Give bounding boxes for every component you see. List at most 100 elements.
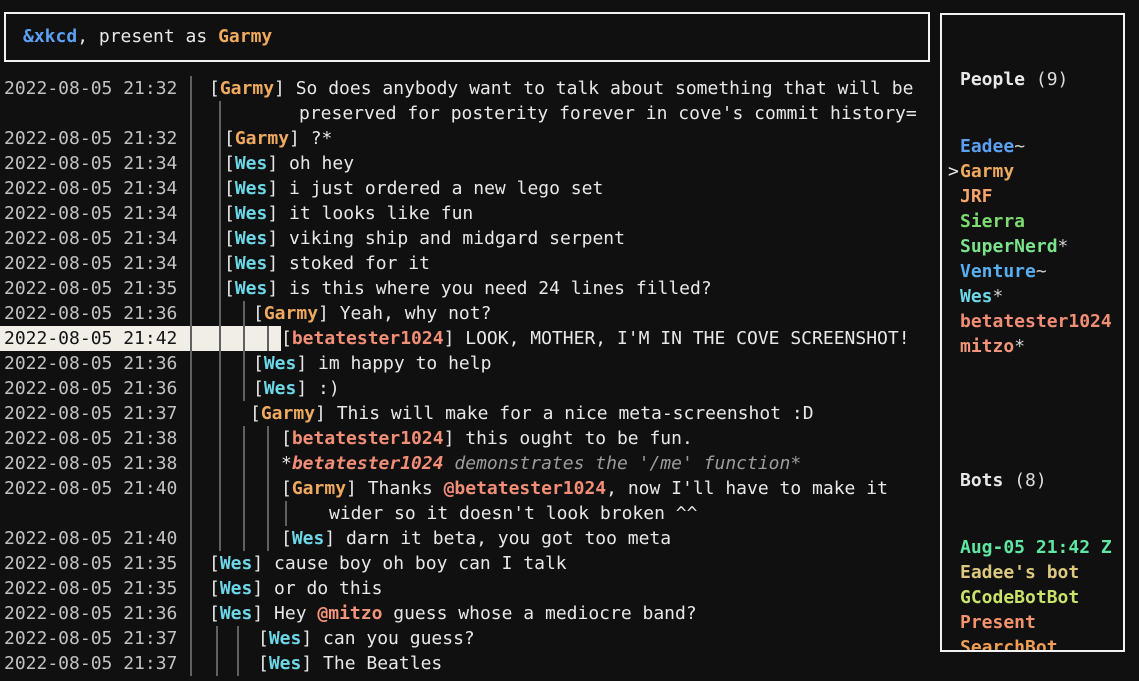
nick: Wes: [235, 278, 268, 299]
chat-line[interactable]: 2022-08-05 21:40[Wes] darn it beta, you …: [0, 526, 938, 551]
chat-line[interactable]: 2022-08-05 21:34[Wes] it looks like fun: [0, 201, 938, 226]
status-suffix: *: [1058, 236, 1069, 257]
sidebar-item-jrf[interactable]: JRF: [948, 184, 1123, 209]
sidebar-item-present[interactable]: Present: [948, 610, 1123, 635]
message-text: [Garmy] Yeah, why not?: [253, 301, 491, 326]
sidebar-item-mitzo[interactable]: mitzo*: [948, 334, 1123, 359]
thread-guide: [219, 351, 221, 376]
timestamp: 2022-08-05 21:37: [0, 651, 190, 676]
chat-line[interactable]: 2022-08-05 21:37[Garmy] This will make f…: [0, 401, 938, 426]
sidebar-item-searchbot[interactable]: SearchBot: [948, 635, 1123, 652]
chat-line[interactable]: 2022-08-05 21:35[Wes] cause boy oh boy c…: [0, 551, 938, 576]
thread-guide: [243, 451, 245, 476]
thread-guide: [243, 501, 245, 526]
chat-line[interactable]: 2022-08-05 21:35[Wes] is this where you …: [0, 276, 938, 301]
thread-guide: [267, 476, 269, 501]
thread-guide: [267, 526, 269, 551]
message-segment: [: [224, 203, 235, 224]
thread-guide: [219, 201, 221, 226]
thread-guide: [219, 426, 221, 451]
message: [Garmy] ?*: [190, 126, 938, 151]
marker-space: [948, 585, 960, 610]
sidebar-item-sierra[interactable]: Sierra: [948, 209, 1123, 234]
message-segment: ] The Beatles: [301, 653, 442, 674]
header-middle-text: , present as: [77, 26, 218, 47]
sidebar-item-aug-05-21-42-z[interactable]: Aug-05 21:42 Z: [948, 535, 1123, 560]
message-segment: [: [209, 78, 220, 99]
bots-count: (8): [1014, 470, 1047, 491]
message: [Wes] can you guess?: [190, 626, 938, 651]
marker-space: [948, 259, 960, 284]
chat-line[interactable]: preserved for posterity forever in cove'…: [0, 101, 938, 126]
thread-guide: [219, 451, 221, 476]
chat-line[interactable]: 2022-08-05 21:34[Wes] i just ordered a n…: [0, 176, 938, 201]
nick: @mitzo: [317, 603, 382, 624]
chat-line[interactable]: 2022-08-05 21:36[Garmy] Yeah, why not?: [0, 301, 938, 326]
thread-guide: [219, 251, 221, 276]
sidebar-item-eadee[interactable]: Eadee~: [948, 134, 1123, 159]
chat-line[interactable]: 2022-08-05 21:37 [Wes] The Beatles: [0, 651, 938, 676]
chat-line[interactable]: 2022-08-05 21:32[Garmy] ?*: [0, 126, 938, 151]
chat-line[interactable]: 2022-08-05 21:37[Wes] can you guess?: [0, 626, 938, 651]
user-name: mitzo: [960, 336, 1014, 357]
chat-line[interactable]: 2022-08-05 21:34[Wes] stoked for it: [0, 251, 938, 276]
message-text: [Wes] The Beatles: [258, 651, 442, 676]
chat-line[interactable]: 2022-08-05 21:38[betatester1024] this ou…: [0, 426, 938, 451]
sidebar-item-wes[interactable]: Wes*: [948, 284, 1123, 309]
marker-space: [948, 635, 960, 652]
sidebar-item-supernerd[interactable]: SuperNerd*: [948, 234, 1123, 259]
chat-line[interactable]: 2022-08-05 21:36[Wes] :): [0, 376, 938, 401]
user-name: JRF: [960, 186, 993, 207]
message-text: [Garmy] This will make for a nice meta-s…: [250, 401, 814, 426]
marker-space: [948, 184, 960, 209]
user-name: Eadee: [960, 136, 1014, 157]
people-count: (9): [1036, 69, 1069, 90]
chat-line[interactable]: 2022-08-05 21:38*betatester1024 demonstr…: [0, 451, 938, 476]
sidebar-item-eadee-s-bot[interactable]: Eadee's bot: [948, 560, 1123, 585]
nick: Garmy: [235, 128, 289, 149]
sidebar-item-garmy[interactable]: >Garmy: [948, 159, 1123, 184]
message-segment: ] So does anybody want to talk about som…: [274, 78, 913, 99]
nick: Wes: [264, 353, 297, 374]
sidebar-item-gcodebotbot[interactable]: GCodeBotBot: [948, 585, 1123, 610]
message-segment: [: [209, 603, 220, 624]
timestamp: 2022-08-05 21:34: [0, 151, 190, 176]
message-segment: demonstrates the '/me' function*: [444, 453, 802, 474]
timestamp: 2022-08-05 21:34: [0, 201, 190, 226]
chat-line[interactable]: 2022-08-05 21:32[Garmy] So does anybody …: [0, 76, 938, 101]
nick: @betatester1024: [444, 478, 607, 499]
message: [Wes] :): [190, 376, 938, 401]
message-segment: ] is this where you need 24 lines filled…: [267, 278, 711, 299]
sidebar-item-venture[interactable]: Venture~: [948, 259, 1123, 284]
selected-marker: >: [948, 159, 960, 184]
message-segment: [: [258, 653, 269, 674]
message: [Garmy] Thanks @betatester1024, now I'll…: [190, 476, 938, 501]
current-nick: Garmy: [218, 26, 272, 47]
user-name: Venture: [960, 261, 1036, 282]
message-text: preserved for posterity forever in cove'…: [299, 101, 917, 126]
nick: betatester1024: [292, 453, 444, 474]
message: [Wes] is this where you need 24 lines fi…: [190, 276, 938, 301]
chat-line-highlighted[interactable]: 2022-08-05 21:42[betatester1024] LOOK, M…: [0, 326, 938, 351]
nick: Wes: [235, 203, 268, 224]
thread-guide: [219, 401, 221, 426]
chat-line[interactable]: 2022-08-05 21:35[Wes] or do this: [0, 576, 938, 601]
nick: betatester1024: [292, 328, 444, 349]
message-segment: guess whose a mediocre band?: [382, 603, 696, 624]
thread-guide: [219, 176, 221, 201]
marker-space: [948, 234, 960, 259]
chat-line[interactable]: 2022-08-05 21:36[Wes] im happy to help: [0, 351, 938, 376]
message-text: *betatester1024 demonstrates the '/me' f…: [281, 451, 801, 476]
chat-line[interactable]: wider so it doesn't look broken ^^: [0, 501, 938, 526]
message-text: [Wes] i just ordered a new lego set: [224, 176, 603, 201]
message-segment: [: [253, 303, 264, 324]
chat-line[interactable]: 2022-08-05 21:36[Wes] Hey @mitzo guess w…: [0, 601, 938, 626]
chat-line[interactable]: 2022-08-05 21:34[Wes] viking ship and mi…: [0, 226, 938, 251]
chat-line[interactable]: 2022-08-05 21:40[Garmy] Thanks @betatest…: [0, 476, 938, 501]
timestamp: 2022-08-05 21:37: [0, 626, 190, 651]
user-name: Garmy: [960, 161, 1014, 182]
timestamp: 2022-08-05 21:35: [0, 576, 190, 601]
chat-line[interactable]: 2022-08-05 21:34[Wes] oh hey: [0, 151, 938, 176]
sidebar-item-betatester1024[interactable]: betatester1024: [948, 309, 1123, 334]
message: [Wes] viking ship and midgard serpent: [190, 226, 938, 251]
